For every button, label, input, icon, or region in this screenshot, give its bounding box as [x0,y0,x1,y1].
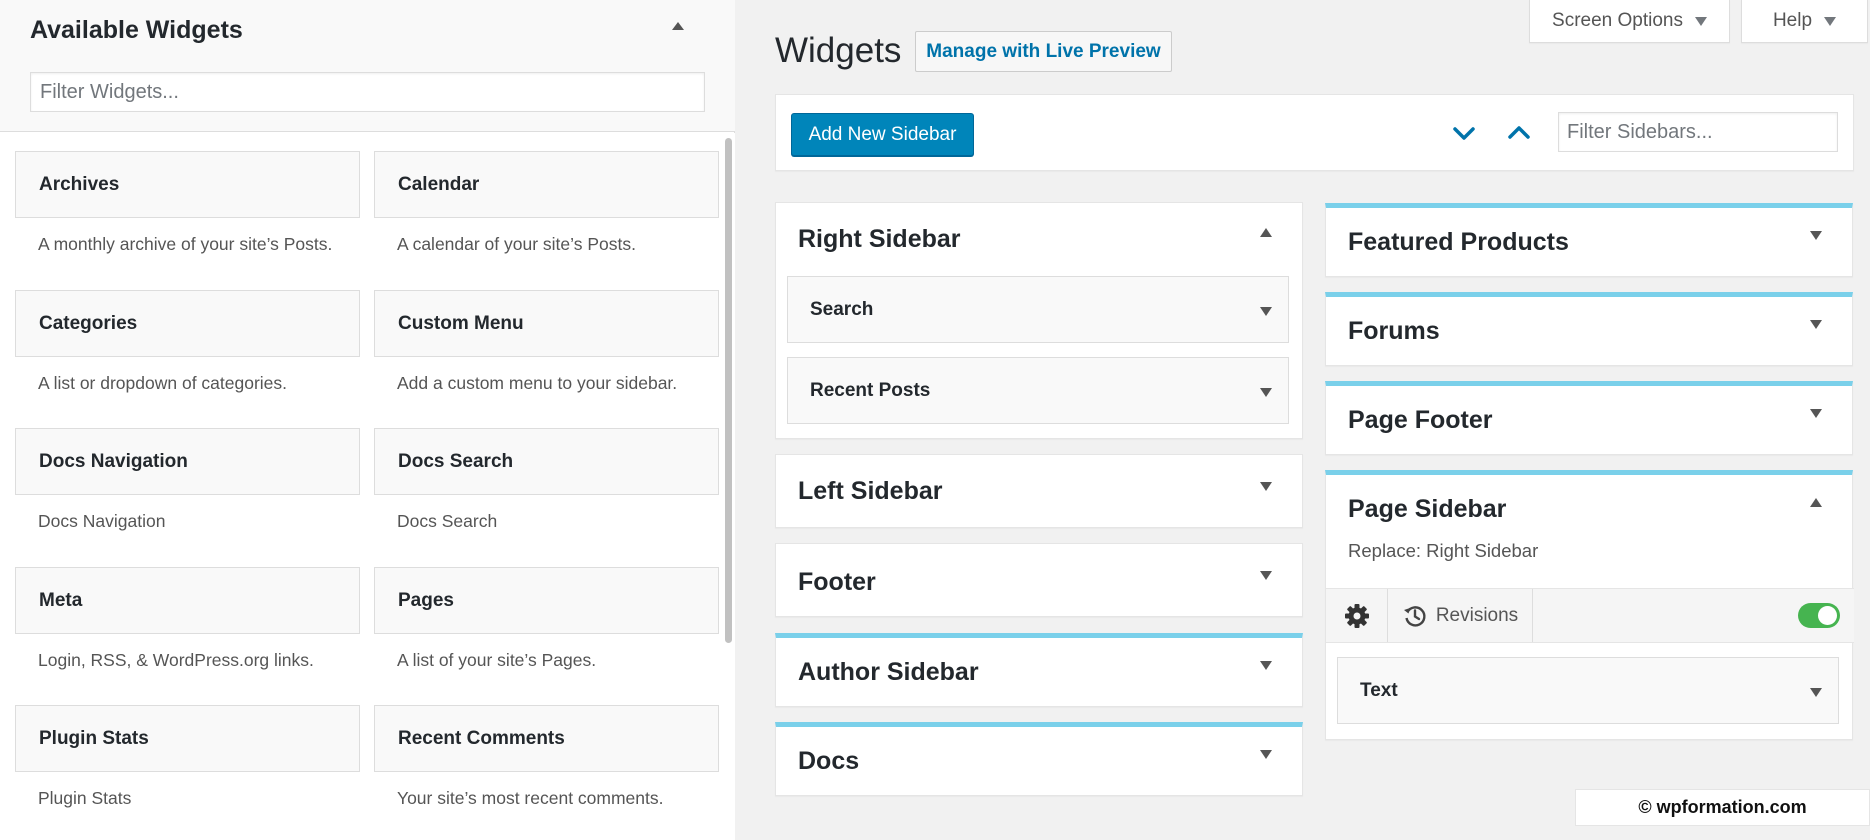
collapse-all-chevron-up-icon[interactable] [1505,119,1533,147]
sidebar-widget-search[interactable]: Search [787,276,1289,343]
widget-list-scrollbar[interactable] [722,133,735,840]
toggle-knob [1818,606,1837,625]
widget-title[interactable]: Archives [15,151,360,218]
widget-item-recent-comments[interactable]: Recent Comments Your site’s most recent … [374,705,719,840]
filter-sidebars-input[interactable] [1558,112,1838,152]
widget-description: A list of your site’s Pages. [397,650,597,670]
widget-title[interactable]: Recent Comments [374,705,719,772]
expand-arrow-icon[interactable] [1258,384,1274,400]
scrollbar-thumb[interactable] [725,138,732,643]
sidebar-title[interactable]: Page Sidebar [1348,495,1506,524]
expand-arrow-icon[interactable] [1808,227,1824,243]
expand-arrow-icon[interactable] [1258,478,1274,494]
history-icon [1403,605,1426,627]
sidebar-author-sidebar[interactable]: Author Sidebar [775,633,1303,707]
available-widgets-panel: Available Widgets Archives A monthly arc… [0,0,735,840]
sidebar-page-footer[interactable]: Page Footer [1325,381,1853,455]
expand-arrow-icon[interactable] [1258,746,1274,762]
widget-title[interactable]: Custom Menu [374,290,719,357]
expand-all-chevron-down-icon[interactable] [1450,119,1478,147]
expand-arrow-icon[interactable] [1258,567,1274,583]
widget-item-docs-navigation[interactable]: Docs Navigation Docs Navigation [15,428,360,563]
widget-title[interactable]: Calendar [374,151,719,218]
expand-arrow-icon[interactable] [1808,405,1824,421]
filter-widgets-input[interactable] [30,72,705,112]
sidebar-left-sidebar[interactable]: Left Sidebar [775,454,1303,528]
sidebar-widget-text[interactable]: Text [1337,657,1839,724]
widget-description: Plugin Stats [38,788,132,808]
caret-down-icon [1694,16,1707,26]
collapse-arrow-icon[interactable] [1808,495,1824,511]
widget-description: Your site’s most recent comments. [397,788,664,808]
screen-options-button[interactable]: Screen Options [1529,0,1730,43]
sidebar-page-sidebar: Page Sidebar Replace: Right Sidebar Revi… [1325,470,1854,740]
caret-down-icon [1824,16,1837,26]
widget-item-pages[interactable]: Pages A list of your site’s Pages. [374,567,719,702]
collapse-arrow-icon[interactable] [668,16,688,36]
revisions-button[interactable]: Revisions [1388,589,1533,642]
sidebar-title[interactable]: Right Sidebar [798,225,961,254]
watermark: © wpformation.com [1575,789,1870,826]
widget-description: Add a custom menu to your sidebar. [397,373,678,393]
widget-description: A monthly archive of your site’s Posts. [38,234,333,254]
widget-item-custom-menu[interactable]: Custom Menu Add a custom menu to your si… [374,290,719,425]
sidebar-title[interactable]: Featured Products [1348,228,1569,257]
expand-arrow-icon[interactable] [1258,303,1274,319]
add-new-sidebar-button[interactable]: Add New Sidebar [791,113,974,156]
sidebar-forums[interactable]: Forums [1325,292,1853,366]
widget-item-categories[interactable]: Categories A list or dropdown of categor… [15,290,360,425]
help-button[interactable]: Help [1741,0,1868,43]
manage-live-preview-button[interactable]: Manage with Live Preview [915,31,1172,72]
sidebar-footer[interactable]: Footer [775,543,1303,617]
sidebar-widget-recent-posts[interactable]: Recent Posts [787,357,1289,424]
sidebar-featured-products[interactable]: Featured Products [1325,203,1853,277]
widget-item-meta[interactable]: Meta Login, RSS, & WordPress.org links. [15,567,360,702]
sidebar-title[interactable]: Docs [798,747,859,776]
revisions-label: Revisions [1435,604,1519,626]
widget-description: Docs Search [397,511,498,531]
widget-title: Text [1360,680,1398,701]
widget-title[interactable]: Plugin Stats [15,705,360,772]
widget-item-archives[interactable]: Archives A monthly archive of your site’… [15,151,360,286]
expand-arrow-icon[interactable] [1258,657,1274,673]
expand-arrow-icon[interactable] [1808,684,1824,700]
widget-title[interactable]: Meta [15,567,360,634]
widget-title[interactable]: Categories [15,290,360,357]
widget-item-calendar[interactable]: Calendar A calendar of your site’s Posts… [374,151,719,286]
widget-title[interactable]: Pages [374,567,719,634]
sidebar-title[interactable]: Page Footer [1348,406,1492,435]
sidebar-title[interactable]: Author Sidebar [798,658,979,687]
available-widgets-title: Available Widgets [30,16,243,44]
sidebar-title[interactable]: Left Sidebar [798,477,942,506]
sidebar-settings-bar: Revisions [1326,588,1854,643]
sidebar-title[interactable]: Footer [798,568,876,597]
widget-title: Search [810,299,874,320]
widget-title: Recent Posts [810,380,931,401]
widget-title[interactable]: Docs Search [374,428,719,495]
widget-description: A calendar of your site’s Posts. [397,234,636,254]
collapse-arrow-icon[interactable] [1258,225,1274,241]
widget-title[interactable]: Docs Navigation [15,428,360,495]
available-widgets-header: Available Widgets [0,0,735,132]
sidebar-right-sidebar: Right Sidebar Search Recent Posts [775,202,1303,439]
widget-item-plugin-stats[interactable]: Plugin Stats Plugin Stats [15,705,360,840]
screen-options-label: Screen Options [1552,10,1683,31]
widget-description: A list or dropdown of categories. [38,373,288,393]
widget-item-docs-search[interactable]: Docs Search Docs Search [374,428,719,563]
sidebar-docs[interactable]: Docs [775,722,1303,796]
gear-icon[interactable] [1326,589,1388,642]
widget-description: Docs Navigation [38,511,166,531]
replace-sidebar-text: Replace: Right Sidebar [1348,540,1539,561]
page-title: Widgets [775,31,902,70]
expand-arrow-icon[interactable] [1808,316,1824,332]
sidebars-toolbar: Add New Sidebar [775,94,1854,171]
sidebar-title[interactable]: Forums [1348,317,1440,346]
widget-description: Login, RSS, & WordPress.org links. [38,650,314,670]
help-label: Help [1772,10,1813,31]
widget-list: Archives A monthly archive of your site’… [0,133,722,840]
sidebar-enabled-toggle[interactable] [1798,603,1840,628]
